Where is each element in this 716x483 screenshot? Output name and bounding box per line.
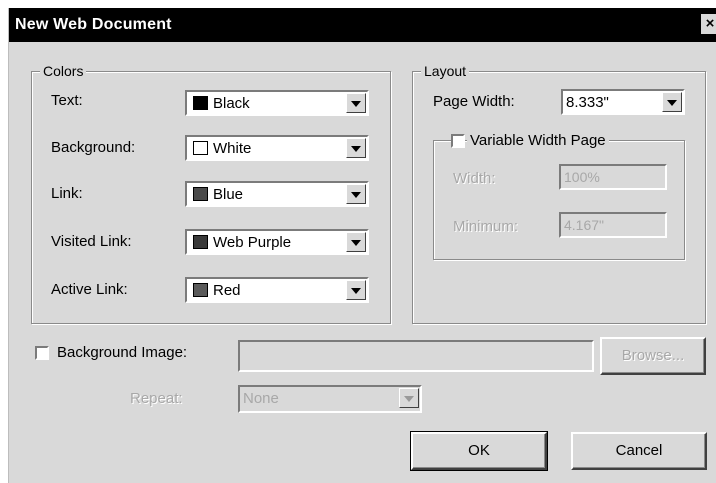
minimum-value: 4.167" bbox=[564, 217, 605, 233]
width-label: Width: bbox=[453, 170, 496, 187]
width-value: 100% bbox=[564, 169, 600, 185]
chevron-down-icon[interactable] bbox=[399, 388, 419, 408]
active-link-color-value: Red bbox=[213, 282, 241, 299]
active-link-color-swatch bbox=[193, 283, 208, 297]
colors-legend: Colors bbox=[40, 62, 87, 80]
text-color-swatch bbox=[193, 96, 208, 110]
link-color-swatch bbox=[193, 187, 208, 201]
minimum-label: Minimum: bbox=[453, 218, 519, 235]
page-width-value: 8.333" bbox=[566, 94, 609, 111]
chevron-down-icon[interactable] bbox=[662, 92, 682, 112]
text-color-label: Text: bbox=[51, 92, 83, 109]
text-color-value: Black bbox=[213, 95, 250, 112]
background-image-label[interactable]: Background Image: bbox=[57, 344, 187, 361]
width-field[interactable]: 100% bbox=[559, 164, 667, 190]
background-color-value: White bbox=[213, 140, 252, 157]
variable-width-group bbox=[433, 140, 685, 260]
visited-link-color-swatch bbox=[193, 235, 208, 249]
active-link-color-label: Active Link: bbox=[51, 281, 128, 298]
repeat-value: None bbox=[243, 390, 279, 407]
minimum-field[interactable]: 4.167" bbox=[559, 212, 667, 238]
browse-button[interactable]: Browse... bbox=[600, 337, 706, 375]
active-link-color-select[interactable]: Red bbox=[185, 277, 369, 303]
background-color-select[interactable]: White bbox=[185, 135, 369, 161]
new-web-document-dialog: New Web Document × Colors Text: Black Ba… bbox=[8, 8, 716, 483]
text-color-select[interactable]: Black bbox=[185, 90, 369, 116]
chevron-down-icon[interactable] bbox=[346, 138, 366, 158]
visited-link-color-value: Web Purple bbox=[213, 234, 292, 251]
background-image-path-field[interactable] bbox=[238, 340, 594, 372]
layout-legend: Layout bbox=[421, 62, 470, 80]
variable-width-checkbox[interactable] bbox=[451, 134, 465, 148]
link-color-label: Link: bbox=[51, 185, 83, 202]
chevron-down-icon[interactable] bbox=[346, 93, 366, 113]
background-color-swatch bbox=[193, 141, 208, 155]
chevron-down-icon[interactable] bbox=[346, 232, 366, 252]
background-color-label: Background: bbox=[51, 139, 136, 156]
visited-link-color-select[interactable]: Web Purple bbox=[185, 229, 369, 255]
close-icon[interactable]: × bbox=[701, 14, 716, 34]
page-width-select[interactable]: 8.333" bbox=[561, 89, 685, 115]
page-width-label: Page Width: bbox=[433, 93, 515, 110]
background-image-checkbox[interactable] bbox=[35, 346, 49, 360]
chevron-down-icon[interactable] bbox=[346, 280, 366, 300]
visited-link-color-label: Visited Link: bbox=[51, 233, 132, 250]
repeat-label: Repeat: bbox=[130, 390, 183, 407]
ok-button[interactable]: OK bbox=[410, 431, 548, 471]
dialog-title: New Web Document bbox=[15, 16, 172, 33]
chevron-down-icon[interactable] bbox=[346, 184, 366, 204]
title-bar[interactable]: New Web Document × bbox=[9, 8, 716, 42]
link-color-value: Blue bbox=[213, 186, 244, 203]
variable-width-label[interactable]: Variable Width Page bbox=[467, 132, 609, 149]
cancel-button[interactable]: Cancel bbox=[571, 432, 707, 470]
link-color-select[interactable]: Blue bbox=[185, 181, 369, 207]
repeat-select[interactable]: None bbox=[238, 385, 422, 413]
